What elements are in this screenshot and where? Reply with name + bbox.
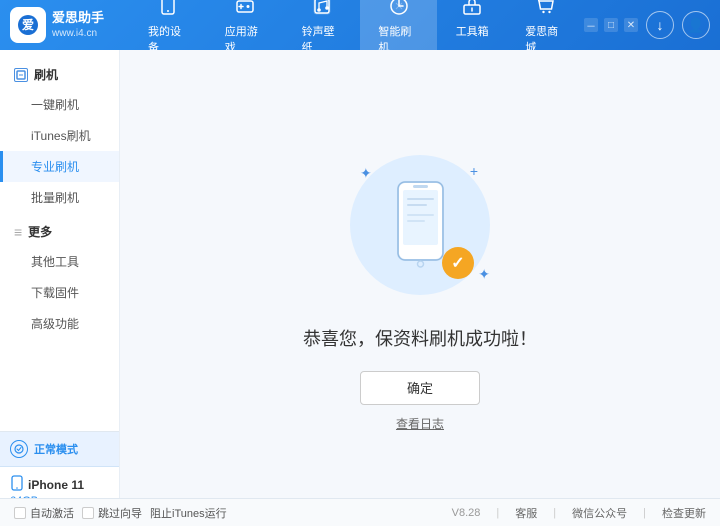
app-logo-icon: 爱: [10, 7, 46, 43]
wechat-link[interactable]: 微信公众号: [572, 505, 627, 521]
skip-guide-check[interactable]: [82, 507, 94, 519]
status-right: V8.28 | 客服 | 微信公众号 | 检查更新: [452, 505, 706, 521]
mode-icon: [10, 440, 28, 458]
phone-illustration: [393, 180, 448, 270]
tab-toolbox-label: 工具箱: [456, 23, 489, 39]
skip-guide-label: 跳过向导: [98, 505, 142, 521]
sparkle-icon-tl: ✦: [360, 165, 372, 182]
logo-area: 爱 爱思助手 www.i4.cn: [10, 7, 130, 43]
version-label: V8.28: [452, 507, 481, 519]
window-controls: － □ ✕: [584, 18, 638, 32]
success-check-badge: ✓: [442, 247, 474, 279]
close-button[interactable]: ✕: [624, 18, 638, 32]
sparkle-icon-br: ✦: [478, 266, 490, 283]
stop-itunes-button[interactable]: 阻止iTunes运行: [150, 505, 227, 521]
sidebar-section-flash: 刷机: [0, 60, 119, 89]
flash-section-label: 刷机: [34, 66, 58, 83]
sidebar-item-itunes-flash[interactable]: iTunes刷机: [0, 120, 119, 151]
shop-icon: [536, 0, 556, 21]
app-name: 爱思助手: [52, 10, 104, 27]
flash-section-icon: [14, 68, 28, 82]
sidebar-item-advanced[interactable]: 高级功能: [0, 308, 119, 339]
auto-activate-check[interactable]: [14, 507, 26, 519]
confirm-button[interactable]: 确定: [360, 371, 480, 405]
service-link[interactable]: 客服: [515, 505, 537, 521]
sidebar-item-pro-flash[interactable]: 专业刷机: [0, 151, 119, 182]
view-log-link[interactable]: 查看日志: [396, 415, 444, 432]
sidebar-item-one-click[interactable]: 一键刷机: [0, 89, 119, 120]
skip-guide-checkbox[interactable]: 跳过向导: [82, 505, 142, 521]
success-title: 恭喜您，保资料刷机成功啦！: [303, 325, 537, 351]
device-name: iPhone 11: [28, 478, 84, 492]
content-area: ✓ ✦ + ✦ 恭喜您，保资料刷机成功啦！ 确定 查看日志: [120, 50, 720, 526]
header: 爱 爱思助手 www.i4.cn 我的设备 应用游戏 铃声壁纸: [0, 0, 720, 50]
minimize-button[interactable]: －: [584, 18, 598, 32]
sidebar-item-download-firmware[interactable]: 下载固件: [0, 277, 119, 308]
device-phone-icon: [10, 475, 24, 494]
smart-flash-icon: [389, 0, 409, 21]
logo-text: 爱思助手 www.i4.cn: [52, 10, 104, 40]
status-left: 自动激活 跳过向导 阻止iTunes运行: [14, 505, 227, 521]
toolbox-icon: [462, 0, 482, 21]
ringtone-icon: [312, 0, 332, 21]
app-games-icon: [235, 0, 255, 21]
more-section-label: 更多: [28, 223, 52, 240]
maximize-button[interactable]: □: [604, 18, 618, 32]
svg-text:爱: 爱: [22, 17, 34, 32]
sidebar-item-batch-flash[interactable]: 批量刷机: [0, 182, 119, 213]
sidebar: 刷机 一键刷机 iTunes刷机 专业刷机 批量刷机 ≡ 更多 其他工具 下载固…: [0, 50, 120, 526]
sidebar-item-other-tools[interactable]: 其他工具: [0, 246, 119, 277]
auto-activate-label: 自动激活: [30, 505, 74, 521]
status-bar: 自动激活 跳过向导 阻止iTunes运行 V8.28 | 客服 | 微信公众号 …: [0, 498, 720, 526]
more-section-icon: ≡: [14, 224, 22, 240]
my-device-icon: [158, 0, 178, 21]
normal-mode-button[interactable]: 正常模式: [0, 432, 119, 467]
header-actions: ↓ 👤: [646, 11, 710, 39]
sidebar-section-more: ≡ 更多: [0, 217, 119, 246]
auto-activate-checkbox[interactable]: 自动激活: [14, 505, 74, 521]
success-illustration: ✓ ✦ + ✦: [340, 145, 500, 305]
user-button[interactable]: 👤: [682, 11, 710, 39]
download-button[interactable]: ↓: [646, 11, 674, 39]
app-url: www.i4.cn: [52, 27, 104, 40]
check-update-link[interactable]: 检查更新: [662, 505, 706, 521]
sparkle-icon-tr: +: [470, 163, 478, 179]
normal-mode-label: 正常模式: [34, 441, 78, 457]
